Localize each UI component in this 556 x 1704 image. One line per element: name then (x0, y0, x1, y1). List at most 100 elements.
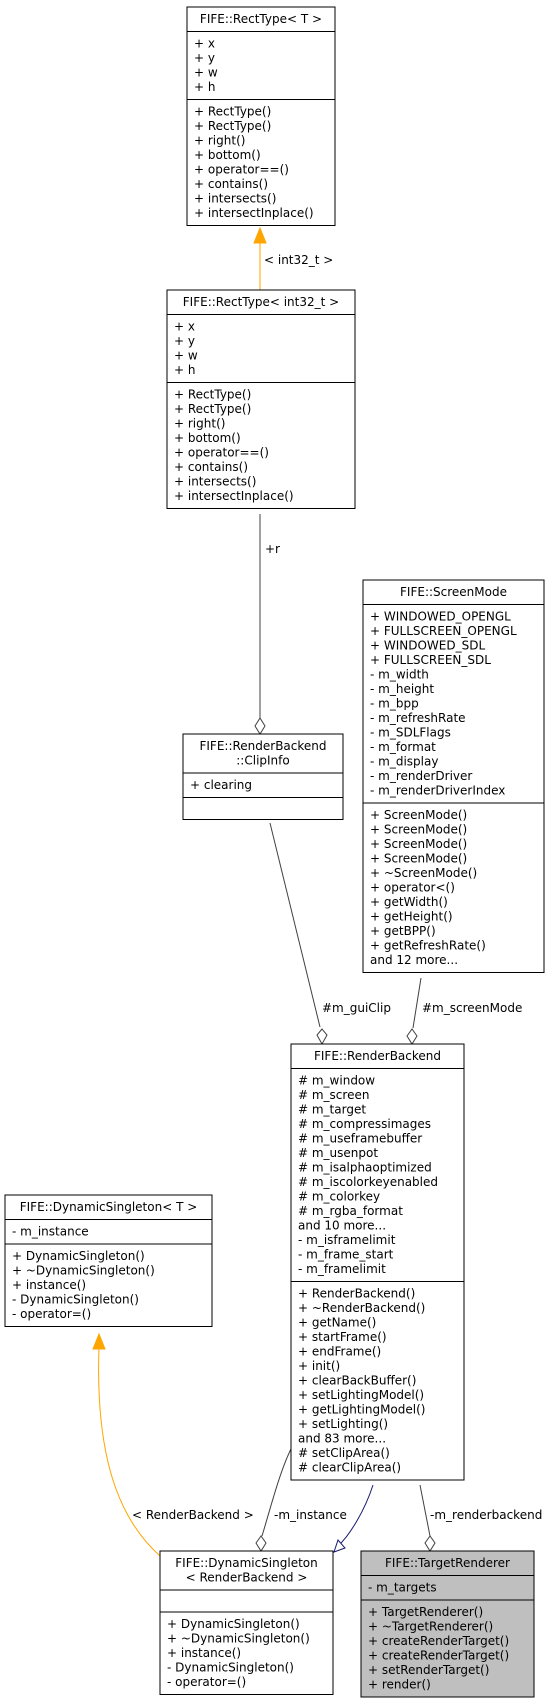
class-method: + RenderBackend() (298, 1287, 415, 1301)
class-attribute: - m_SDLFlags (370, 726, 451, 740)
class-method: + DynamicSingleton() (167, 1617, 300, 1631)
class-method: + init() (298, 1359, 340, 1373)
class-attribute: + clearing (190, 778, 252, 792)
class-method: + ~ScreenMode() (370, 866, 477, 880)
class-attribute: + h (174, 363, 195, 377)
class-method: + bottom() (174, 431, 241, 445)
class-box-renderbackend[interactable]: FIFE::RenderBackend# m_window# m_screen#… (290, 1043, 465, 1481)
class-box-clipinfo[interactable]: FIFE::RenderBackend::ClipInfo+ clearing (182, 733, 344, 820)
class-attribute: - m_instance (12, 1225, 89, 1239)
class-method: + TargetRenderer() (368, 1605, 483, 1619)
class-method: + intersectInplace() (194, 206, 314, 220)
class-method: + intersects() (174, 475, 256, 489)
class-title: FIFE::ScreenMode (400, 585, 507, 599)
class-attribute: # m_compressimages (298, 1117, 431, 1131)
edge-renderbackend: -m_renderbackend (419, 1484, 542, 1552)
class-method: + ~TargetRenderer() (368, 1620, 493, 1634)
class-method: + right() (194, 134, 245, 148)
class-method: + RectType() (194, 105, 271, 119)
class-title: FIFE::DynamicSingleton (175, 1556, 317, 1570)
class-method: + ~RenderBackend() (298, 1301, 425, 1315)
class-method: + ~DynamicSingleton() (167, 1632, 310, 1646)
class-method: + setRenderTarget() (368, 1663, 489, 1677)
class-method: + instance() (167, 1646, 241, 1660)
class-method: + intersects() (194, 192, 276, 206)
class-attribute: # m_isalphaoptimized (298, 1161, 432, 1175)
class-attribute: + WINDOWED_SDL (370, 639, 485, 653)
class-box-targetrenderer[interactable]: FIFE::TargetRenderer- m_targets+ TargetR… (360, 1550, 535, 1698)
class-title: < RenderBackend > (186, 1571, 308, 1585)
class-attribute: # m_iscolorkeyenabled (298, 1175, 438, 1189)
class-method: + bottom() (194, 148, 261, 162)
class-attribute: - m_refreshRate (370, 711, 466, 725)
class-method: + getWidth() (370, 895, 448, 909)
class-method: + RectType() (194, 119, 271, 133)
class-title: FIFE::DynamicSingleton< T > (20, 1200, 198, 1214)
class-attribute: - m_targets (368, 1581, 437, 1595)
class-method: + getName() (298, 1316, 376, 1330)
class-method: + createRenderTarget() (368, 1649, 509, 1663)
edge-template-int32: < int32_t > (253, 226, 333, 290)
open-arrow-head (253, 226, 267, 244)
class-attribute: # m_usenpot (298, 1146, 378, 1160)
class-attribute: + x (194, 37, 215, 51)
class-attribute: # m_screen (298, 1088, 369, 1102)
class-attribute: + FULLSCREEN_SDL (370, 653, 491, 667)
class-attribute: # m_rgba_format (298, 1204, 403, 1218)
class-method: + setLighting() (298, 1417, 388, 1431)
class-method: + clearBackBuffer() (298, 1374, 416, 1388)
class-method: + operator==() (174, 446, 269, 460)
class-method: and 83 more... (298, 1432, 386, 1446)
class-attribute: + h (194, 80, 215, 94)
class-method: + ScreenMode() (370, 852, 467, 866)
class-attribute: # m_useframebuffer (298, 1132, 422, 1146)
class-method: + operator<() (370, 881, 455, 895)
aggregation-diamond (316, 1028, 328, 1046)
edge-label-renderbackend: -m_renderbackend (430, 1508, 542, 1522)
class-attribute: + y (174, 334, 195, 348)
class-method: - operator=() (167, 1675, 246, 1689)
aggregation-diamond (255, 1535, 267, 1552)
edge-label-template-renderbackend: < RenderBackend > (132, 1508, 254, 1522)
class-box-dynamicsingleton-t[interactable]: FIFE::DynamicSingleton< T >- m_instance+… (4, 1194, 213, 1327)
class-attribute: - m_framelimit (298, 1262, 386, 1276)
class-title: FIFE::RectType< int32_t > (183, 295, 339, 309)
edge-label-gui-clip: #m_guiClip (322, 1001, 391, 1015)
class-method: + render() (368, 1678, 431, 1692)
class-attribute: # m_colorkey (298, 1190, 380, 1204)
class-box-recttype-int32[interactable]: FIFE::RectType< int32_t >+ x+ y+ w+ h+ R… (166, 289, 356, 509)
class-method: # setClipArea() (298, 1446, 390, 1460)
class-method: + ScreenMode() (370, 837, 467, 851)
class-attribute: - m_width (370, 668, 429, 682)
class-method: + setLightingModel() (298, 1388, 424, 1402)
class-title: FIFE::TargetRenderer (385, 1556, 510, 1570)
edge-template-renderbackend: < RenderBackend > (92, 1332, 254, 1557)
class-attribute: # m_window (298, 1074, 375, 1088)
class-box-recttype-t[interactable]: FIFE::RectType< T >+ x+ y+ w+ h+ RectTyp… (186, 6, 336, 226)
edge-label-template-int32: < int32_t > (264, 253, 333, 267)
inheritance-arrow-head (333, 1539, 346, 1553)
class-attribute: - m_isframelimit (298, 1233, 396, 1247)
class-method: + createRenderTarget() (368, 1634, 509, 1648)
class-title: FIFE::RectType< T > (200, 12, 322, 26)
class-title: ::ClipInfo (236, 754, 289, 768)
class-attribute: - m_bpp (370, 697, 419, 711)
class-attribute: + FULLSCREEN_OPENGL (370, 624, 517, 638)
class-attribute: # m_target (298, 1103, 366, 1117)
class-method: + ~DynamicSingleton() (12, 1264, 155, 1278)
class-attribute: - m_format (370, 740, 436, 754)
edge-label-r: +r (265, 542, 280, 556)
class-box-screenmode[interactable]: FIFE::ScreenMode+ WINDOWED_OPENGL+ FULLS… (362, 579, 545, 973)
edge-screen-mode: #m_screenMode (406, 977, 522, 1045)
class-method: + instance() (12, 1278, 86, 1292)
class-method: + contains() (174, 460, 248, 474)
class-attribute: + y (194, 51, 215, 65)
edge-r: +r (254, 514, 280, 735)
class-method: and 12 more... (370, 953, 458, 967)
class-method: + DynamicSingleton() (12, 1249, 145, 1263)
class-attribute: + w (174, 349, 198, 363)
class-method: + contains() (194, 177, 268, 191)
class-box-dynamicsingleton-renderbackend[interactable]: FIFE::DynamicSingleton< RenderBackend >+… (159, 1550, 334, 1695)
class-method: # clearClipArea() (298, 1461, 401, 1475)
class-attribute: - m_frame_start (298, 1248, 394, 1262)
